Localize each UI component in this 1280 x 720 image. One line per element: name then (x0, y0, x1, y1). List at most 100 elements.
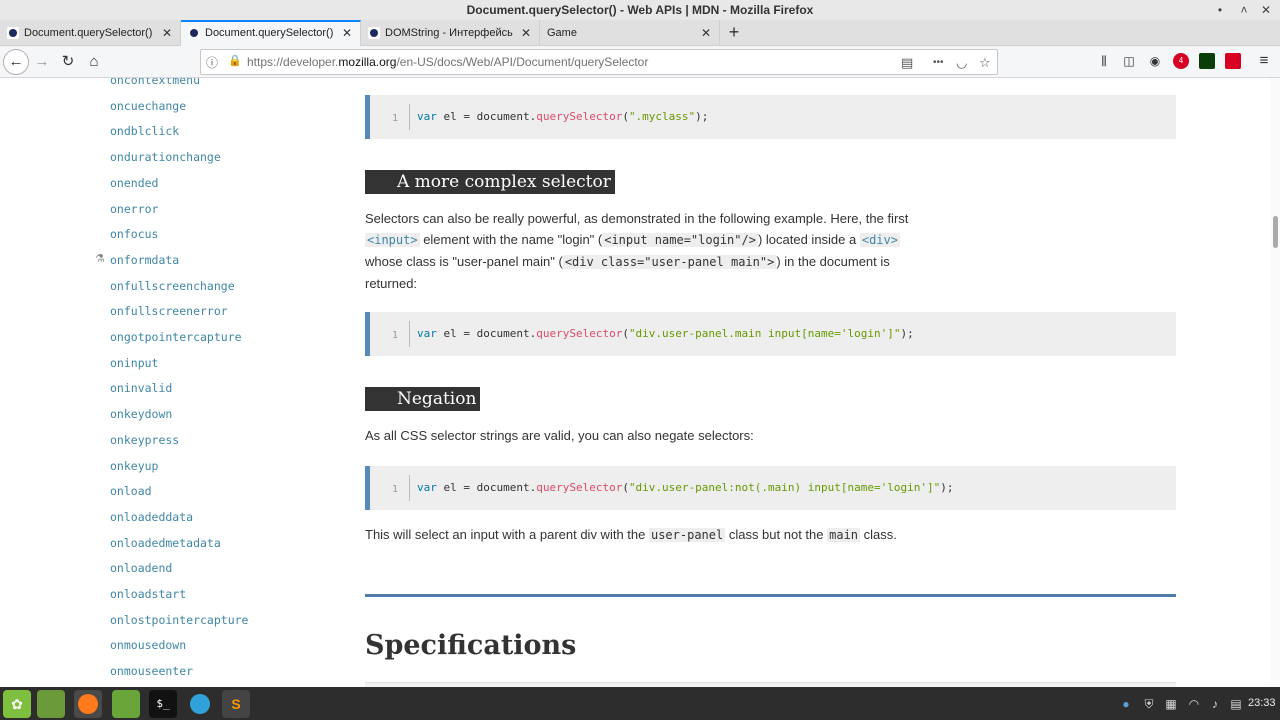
tab-label: DOMString - Интерфейсы (385, 27, 513, 39)
scrollbar-thumb[interactable] (1273, 216, 1278, 248)
window-titlebar: Document.querySelector() - Web APIs | MD… (0, 0, 1280, 20)
sidebar-link[interactable]: onloadend (110, 561, 172, 575)
experimental-flask-icon: ⚗ (95, 253, 105, 265)
show-desktop-icon[interactable] (37, 690, 65, 718)
inline-code: main (827, 528, 861, 542)
sidebar-link[interactable]: onmouseenter (110, 664, 193, 678)
tab-close-icon[interactable]: ✕ (701, 20, 711, 46)
sidebar-link[interactable]: onfullscreenchange (110, 279, 235, 293)
tab-queryselector-2[interactable]: Document.querySelector() ✕ (181, 20, 361, 47)
tab-game[interactable]: Game ✕ (540, 20, 720, 46)
mint-menu-icon[interactable]: ✿ (3, 690, 31, 718)
tab-bar: Document.querySelector() ✕ Document.quer… (0, 20, 1280, 47)
line-separator (409, 321, 410, 347)
sidebar-link[interactable]: onkeyup (110, 459, 158, 473)
clock[interactable]: 23:33 (1248, 697, 1276, 709)
minimize-button[interactable]: • (1212, 2, 1228, 18)
paragraph-complex-selector: Selectors can also be really powerful, a… (365, 211, 909, 291)
sidebar-link[interactable]: onloadstart (110, 587, 186, 601)
account-icon[interactable]: ◉ (1147, 53, 1163, 69)
extension-badge-icon[interactable]: 4 (1173, 53, 1189, 69)
code-line: var el = document.querySelector(".myclas… (417, 110, 709, 123)
sidebar-link[interactable]: oncuechange (110, 99, 186, 113)
page-actions-icon[interactable]: ••• (933, 57, 944, 68)
reload-button[interactable]: ↻ (56, 50, 80, 74)
inline-code: <div> (859, 233, 900, 247)
extension-green-icon[interactable] (1199, 53, 1215, 69)
sidebar-link[interactable]: ondblclick (110, 124, 179, 138)
sidebar-link[interactable]: onkeydown (110, 407, 172, 421)
tab-close-icon[interactable]: ✕ (342, 22, 352, 45)
code-block: 1 var el = document.querySelector("div.u… (365, 466, 1176, 510)
section-divider (365, 594, 1176, 597)
inline-code: <input name="login"/> (602, 233, 758, 247)
paragraph-negation: As all CSS selector strings are valid, y… (365, 428, 754, 443)
maximize-button[interactable]: ˄ (1236, 2, 1252, 18)
terminal-taskbar-icon[interactable]: $_ (149, 690, 177, 718)
code-block: 1 var el = document.querySelector(".mycl… (365, 95, 1176, 139)
tab-close-icon[interactable]: ✕ (521, 20, 531, 46)
tab-label: Document.querySelector() (205, 27, 334, 39)
sidebar-link[interactable]: onload (110, 484, 152, 498)
paragraph-select-explanation: This will select an input with a parent … (365, 527, 897, 542)
reader-view-icon[interactable]: ▤ (901, 55, 913, 71)
sidebar-toggle-icon[interactable]: ◫ (1121, 53, 1137, 69)
section-heading-negation: Negation (365, 387, 481, 411)
line-number: 1 (392, 484, 399, 495)
bookmark-star-icon[interactable]: ☆ (979, 55, 991, 71)
pocket-icon[interactable]: ◡ (956, 55, 967, 71)
page-content: oncontextmenu oncuechange ondblclick ondura… (0, 78, 1280, 687)
firefox-taskbar-icon[interactable] (74, 690, 102, 718)
forward-button[interactable]: → (30, 50, 54, 74)
sidebar-link[interactable]: onlostpointercapture (110, 613, 248, 627)
url-bar[interactable]: ⓘ 🔒 https://developer.mozilla.org/en-US/… (200, 49, 998, 75)
keyboard-layout-flag-icon[interactable]: ▦ (1163, 696, 1179, 712)
sidebar-link[interactable]: oncontextmenu (110, 78, 200, 87)
sidebar-link[interactable]: onkeypress (110, 433, 179, 447)
shield-icon[interactable]: ⛨ (1141, 696, 1157, 712)
url-text[interactable]: https://developer.mozilla.org/en-US/docs… (247, 55, 648, 69)
sidebar-link[interactable]: ondurationchange (110, 150, 221, 164)
inline-code: <input> (365, 233, 420, 247)
tab-label: Document.querySelector() (24, 27, 153, 39)
section-heading-complex-selector: A more complex selector (365, 170, 615, 194)
extension-red-icon[interactable] (1225, 53, 1241, 69)
line-separator (409, 104, 410, 130)
home-button[interactable]: ⌂ (82, 50, 106, 74)
tab-queryselector-1[interactable]: Document.querySelector() ✕ (0, 20, 181, 46)
lock-icon: 🔒 (228, 55, 242, 67)
sidebar-link[interactable]: oninput (110, 356, 158, 370)
tab-domstring[interactable]: DOMString - Интерфейсы ✕ (361, 20, 540, 46)
sidebar-link[interactable]: ongotpointercapture (110, 330, 242, 344)
tab-close-icon[interactable]: ✕ (162, 20, 172, 46)
close-window-button[interactable]: ✕ (1258, 2, 1274, 18)
window-title: Document.querySelector() - Web APIs | MD… (466, 3, 814, 17)
sidebar-link[interactable]: onloadeddata (110, 510, 193, 524)
sublime-text-taskbar-icon[interactable]: S (222, 690, 250, 718)
sidebar-link[interactable]: oninvalid (110, 381, 172, 395)
hamburger-menu-icon[interactable]: ≡ (1256, 53, 1272, 69)
code-line: var el = document.querySelector("div.use… (417, 327, 914, 340)
sidebar-link[interactable]: onended (110, 176, 158, 190)
wifi-icon[interactable]: ◠ (1186, 696, 1202, 712)
back-button[interactable]: ← (3, 49, 29, 75)
inline-code: <div class="user-panel main"> (562, 255, 777, 269)
info-icon[interactable]: ⓘ (206, 54, 218, 71)
volume-icon[interactable]: ♪ (1207, 696, 1223, 712)
line-number: 1 (392, 330, 399, 341)
page-scrollbar[interactable] (1270, 78, 1280, 687)
library-icon[interactable]: ⫼ (1096, 53, 1112, 69)
sidebar-link[interactable]: onloadedmetadata (110, 536, 221, 550)
sidebar-link[interactable]: onmousedown (110, 638, 186, 652)
sidebar-link[interactable]: onerror (110, 202, 158, 216)
new-tab-button[interactable]: + (724, 20, 744, 46)
files-taskbar-icon[interactable] (112, 690, 140, 718)
sidebar-link[interactable]: onfullscreenerror (110, 304, 228, 318)
clipboard-icon[interactable]: ▤ (1228, 696, 1244, 712)
sidebar-link[interactable]: onformdata (110, 253, 179, 267)
sidebar-link[interactable]: onfocus (110, 227, 158, 241)
mdn-favicon-icon (7, 27, 19, 39)
update-manager-icon[interactable]: ● (1118, 696, 1134, 712)
telegram-taskbar-icon[interactable] (186, 690, 214, 718)
navigation-bar: ← → ↻ ⌂ ⓘ 🔒 https://developer.mozilla.or… (0, 46, 1280, 78)
